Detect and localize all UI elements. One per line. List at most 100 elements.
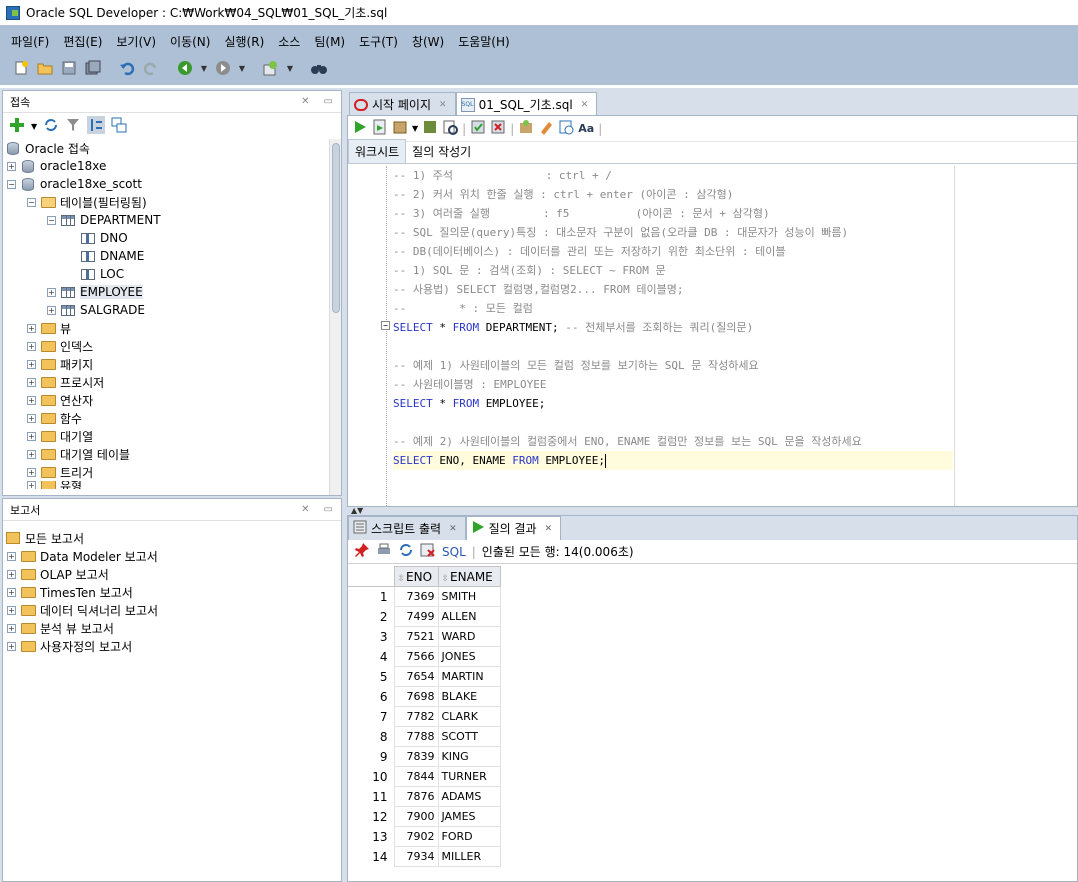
tree-node-column-dname[interactable]: DNAME [3, 247, 341, 265]
cell-eno[interactable]: 7900 [393, 806, 439, 827]
menu-file[interactable]: 파일(F) [4, 33, 56, 50]
close-tab-icon[interactable]: ✕ [581, 100, 589, 110]
expand-icon[interactable]: + [7, 569, 16, 579]
cell-ename[interactable]: MARTIN [437, 666, 501, 687]
cell-eno[interactable]: 7782 [393, 706, 439, 727]
autotrace-dropdown-icon[interactable]: ▼ [412, 124, 418, 133]
cell-ename[interactable]: JAMES [437, 806, 501, 827]
tree-node-queues[interactable]: + 대기열 [3, 427, 341, 445]
run-script-icon[interactable] [372, 119, 388, 138]
table-row[interactable]: 1 7369 SMITH [348, 586, 501, 607]
close-icon[interactable]: ✕ [301, 504, 309, 515]
close-tab-icon[interactable]: ✕ [439, 100, 447, 110]
menu-edit[interactable]: 편집(E) [56, 33, 109, 50]
expand-icon[interactable]: + [7, 623, 16, 633]
tree-node-queue-tables[interactable]: + 대기열 테이블 [3, 445, 341, 463]
table-row[interactable]: 6 7698 BLAKE [348, 686, 501, 707]
run-statement-icon[interactable] [352, 119, 368, 138]
new-file-icon[interactable] [10, 58, 32, 78]
forward-icon[interactable] [212, 58, 234, 78]
collapse-icon[interactable] [111, 117, 127, 136]
expand-icon[interactable]: + [27, 359, 36, 369]
expand-icon[interactable]: + [7, 551, 16, 561]
table-row[interactable]: 9 7839 KING [348, 746, 501, 767]
minimize-icon[interactable]: ▭ [324, 96, 333, 107]
connections-scrollbar[interactable] [329, 139, 341, 495]
tree-node-oracle18xe-scott[interactable]: − oracle18xe_scott [3, 175, 341, 193]
cancel-query-icon[interactable] [420, 542, 436, 561]
cell-ename[interactable]: TURNER [437, 766, 501, 787]
clear-icon[interactable] [538, 119, 554, 138]
tab-query-result[interactable]: 질의 결과 ✕ [465, 516, 562, 540]
tree-node-views[interactable]: + 뷰 [3, 319, 341, 337]
table-row[interactable]: 10 7844 TURNER [348, 766, 501, 787]
sql-history-icon[interactable] [558, 119, 574, 138]
cell-eno[interactable]: 7566 [393, 646, 439, 667]
tree-node-packages[interactable]: + 패키지 [3, 355, 341, 373]
cell-eno[interactable]: 7844 [393, 766, 439, 787]
cell-ename[interactable]: FORD [437, 826, 501, 847]
menu-help[interactable]: 도움말(H) [451, 33, 517, 50]
back-dropdown-icon[interactable]: ▼ [198, 58, 210, 78]
cell-ename[interactable]: ADAMS [437, 786, 501, 807]
tree-node-data-modeler-reports[interactable]: + Data Modeler 보고서 [3, 547, 341, 565]
schema-browser-icon[interactable] [87, 115, 106, 137]
table-row[interactable]: 7 7782 CLARK [348, 706, 501, 727]
refresh-icon[interactable] [43, 117, 59, 136]
cell-ename[interactable]: MILLER [437, 846, 501, 867]
sql-tuning-icon[interactable] [442, 119, 459, 138]
refresh-icon[interactable] [398, 542, 414, 561]
scrollbar-thumb[interactable] [332, 143, 340, 313]
tree-node-user-defined-reports[interactable]: + 사용자정의 보고서 [3, 637, 341, 655]
tree-node-column-loc[interactable]: LOC [3, 265, 341, 283]
tree-node-triggers[interactable]: + 트리거 [3, 463, 341, 481]
worksheet-dropdown-icon[interactable]: ▼ [284, 58, 296, 78]
menu-view[interactable]: 보기(V) [109, 33, 163, 50]
editor-results-splitter[interactable]: ▲▼ [347, 507, 1078, 515]
tree-node-salgrade[interactable]: + SALGRADE [3, 301, 341, 319]
add-dropdown-icon[interactable]: ▼ [31, 122, 37, 131]
expand-icon[interactable]: + [27, 413, 36, 423]
cell-eno[interactable]: 7934 [393, 846, 439, 867]
cell-ename[interactable]: ALLEN [437, 606, 501, 627]
close-icon[interactable]: ✕ [301, 96, 309, 107]
column-header-ename[interactable]: ⇳ENAME [437, 566, 501, 587]
tree-node-indexes[interactable]: + 인덱스 [3, 337, 341, 355]
print-icon[interactable] [376, 542, 392, 561]
expand-icon[interactable]: + [27, 395, 36, 405]
rollback-icon[interactable] [490, 119, 506, 138]
tree-node-analytic-view-reports[interactable]: + 분석 뷰 보고서 [3, 619, 341, 637]
menu-navigate[interactable]: 이동(N) [163, 33, 217, 50]
tree-node-olap-reports[interactable]: + OLAP 보고서 [3, 565, 341, 583]
cell-ename[interactable]: SCOTT [437, 726, 501, 747]
tree-node-functions[interactable]: + 함수 [3, 409, 341, 427]
expand-icon[interactable]: + [47, 305, 56, 315]
tree-node-employee[interactable]: + EMPLOYEE [3, 283, 341, 301]
close-tab-icon[interactable]: ✕ [449, 524, 457, 534]
menu-team[interactable]: 팀(M) [307, 33, 352, 50]
expand-icon[interactable]: + [27, 341, 36, 351]
sql-worksheet-icon[interactable] [260, 58, 282, 78]
expand-icon[interactable]: + [47, 287, 56, 297]
cell-ename[interactable]: KING [437, 746, 501, 767]
expand-icon[interactable]: + [7, 161, 16, 171]
tree-node-oracle18xe[interactable]: + oracle18xe [3, 157, 341, 175]
cell-eno[interactable]: 7521 [393, 626, 439, 647]
expand-icon[interactable]: + [7, 605, 16, 615]
minimize-icon[interactable]: ▭ [324, 504, 333, 515]
cell-eno[interactable]: 7788 [393, 726, 439, 747]
table-row[interactable]: 2 7499 ALLEN [348, 606, 501, 627]
cell-ename[interactable]: CLARK [437, 706, 501, 727]
commit-icon[interactable] [470, 119, 486, 138]
explain-plan-icon[interactable] [422, 119, 438, 138]
cell-eno[interactable]: 7369 [393, 586, 439, 607]
code-editor[interactable]: − -- 1) 주석 : ctrl + / -- 2) 커서 위치 한줄 실행 … [348, 166, 1077, 506]
cell-ename[interactable]: WARD [437, 626, 501, 647]
collapse-node-icon[interactable]: − [7, 179, 16, 189]
table-row[interactable]: 13 7902 FORD [348, 826, 501, 847]
back-icon[interactable] [174, 58, 196, 78]
open-folder-icon[interactable] [34, 58, 56, 78]
autotrace-icon[interactable] [392, 119, 408, 138]
tab-worksheet[interactable]: 워크시트 [348, 139, 407, 163]
table-row[interactable]: 14 7934 MILLER [348, 846, 501, 867]
